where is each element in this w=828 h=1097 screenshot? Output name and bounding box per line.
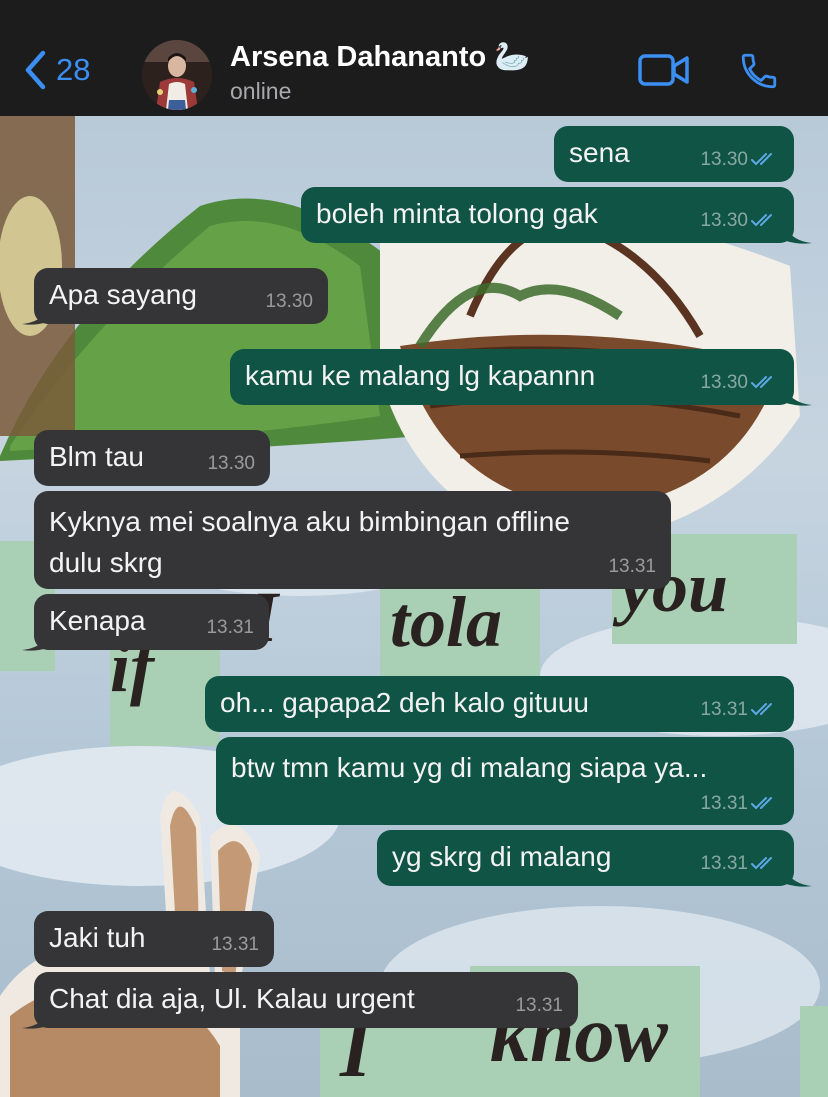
message-time: 13.31	[700, 853, 748, 874]
double-check-icon	[751, 376, 772, 389]
bubble-tail	[786, 870, 812, 887]
bubble-tail	[22, 308, 48, 325]
message-time: 13.30	[265, 291, 313, 312]
message-incoming[interactable]: Apa sayang 13.30	[34, 268, 328, 324]
message-time: 13.31	[608, 556, 656, 577]
bubble-tail	[786, 227, 812, 244]
message-outgoing[interactable]: btw tmn kamu yg di malang siapa ya... 13…	[216, 737, 794, 825]
message-time: 13.31	[515, 995, 563, 1016]
avatar[interactable]	[142, 40, 212, 110]
bubble-tail	[786, 389, 812, 406]
message-time: 13.30	[700, 149, 748, 170]
message-time: 13.30	[207, 453, 255, 474]
chat-header: 28 Arsena Dahananto 🦢 online	[0, 0, 828, 116]
message-text: yg skrg di malang	[392, 841, 612, 872]
message-text: Apa sayang	[49, 279, 197, 310]
message-incoming[interactable]: Blm tau 13.30	[34, 430, 270, 486]
message-text: kamu ke malang lg kapannn	[245, 360, 596, 391]
message-incoming[interactable]: Jaki tuh 13.31	[34, 911, 274, 967]
message-outgoing[interactable]: yg skrg di malang 13.31	[377, 830, 794, 886]
message-text: Jaki tuh	[49, 922, 146, 953]
chevron-left-icon	[25, 50, 46, 90]
double-check-icon	[751, 703, 772, 716]
video-call-button[interactable]	[638, 53, 690, 92]
message-outgoing[interactable]: sena 13.30	[554, 126, 794, 182]
presence-status: online	[230, 78, 292, 104]
voice-call-button[interactable]	[737, 50, 781, 97]
message-text: sena	[569, 137, 630, 168]
bubble-tail	[22, 1012, 48, 1029]
message-text: boleh minta tolong gak	[316, 198, 598, 229]
message-incoming[interactable]: Kyknya mei soalnya aku bimbingan offline…	[34, 491, 671, 589]
message-time: 13.31	[700, 793, 748, 814]
message-text: Chat dia aja, Ul. Kalau urgent	[49, 983, 415, 1014]
video-camera-icon	[638, 54, 689, 86]
message-outgoing[interactable]: kamu ke malang lg kapannn 13.30	[230, 349, 794, 405]
message-text: Kyknya mei soalnya aku bimbingan offline…	[49, 501, 570, 583]
message-incoming[interactable]: Kenapa 13.31	[34, 594, 269, 650]
avatar-photo	[142, 40, 212, 110]
message-text: Blm tau	[49, 441, 144, 472]
message-outgoing[interactable]: boleh minta tolong gak 13.30	[301, 187, 794, 243]
message-text: Kenapa	[49, 605, 146, 636]
message-time: 13.30	[700, 372, 748, 393]
message-outgoing[interactable]: oh... gapapa2 deh kalo gituuu 13.31	[205, 676, 794, 732]
message-time: 13.31	[211, 934, 259, 955]
message-text: btw tmn kamu yg di malang siapa ya...	[231, 752, 708, 783]
back-button[interactable]: 28	[24, 50, 90, 90]
double-check-icon	[751, 153, 772, 166]
message-time: 13.31	[206, 617, 254, 638]
message-time: 13.31	[700, 699, 748, 720]
double-check-icon	[751, 857, 772, 870]
chat-wallpaper: tola you if I know I sena 13.30 boleh mi…	[0, 116, 828, 1097]
phone-icon	[741, 53, 777, 89]
unread-count: 28	[56, 52, 91, 87]
bubble-tail	[22, 634, 48, 651]
svg-text:tola: tola	[390, 582, 502, 662]
message-incoming[interactable]: Chat dia aja, Ul. Kalau urgent 13.31	[34, 972, 578, 1028]
message-text: oh... gapapa2 deh kalo gituuu	[220, 687, 589, 718]
double-check-icon	[751, 797, 772, 810]
contact-name[interactable]: Arsena Dahananto 🦢	[230, 40, 530, 74]
double-check-icon	[751, 214, 772, 227]
message-line: dulu skrg	[49, 547, 163, 578]
message-time: 13.30	[700, 210, 748, 231]
message-line: Kyknya mei soalnya aku bimbingan offline	[49, 506, 570, 537]
